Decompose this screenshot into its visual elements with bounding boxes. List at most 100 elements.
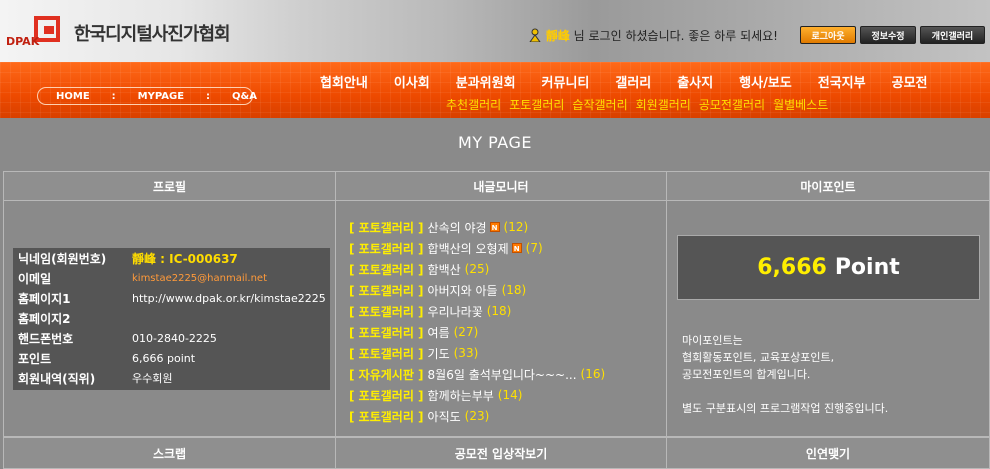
relation-column-header[interactable]: 인연맺기 (666, 437, 990, 469)
profile-row-nickname: 닉네임(회원번호) 靜峰 : IC-000637 (13, 248, 330, 268)
submenu-photo-gallery[interactable]: 포토갤러리 (509, 96, 564, 113)
list-item[interactable]: [ 포토갤러리 ] 여름 (27) (349, 323, 478, 341)
post-comment-count: (33) (453, 346, 479, 360)
post-monitor-panel: [ 포토갤러리 ] 산속의 야경 N (12) [ 포토갤러리 ] 합백산의 오… (335, 200, 667, 437)
login-greeting: 님 로그인 하셨습니다. 좋은 하루 되세요! (569, 29, 778, 43)
new-badge-icon: N (511, 243, 522, 253)
profile-column-header: 프로필 (3, 171, 336, 201)
post-category: [ 포토갤러리 ] (349, 409, 424, 424)
breadcrumb-mypage[interactable]: MYPAGE (138, 91, 184, 102)
post-comment-count: (18) (486, 304, 512, 318)
menu-community[interactable]: 커뮤니티 (542, 72, 590, 92)
submenu-member-gallery[interactable]: 회원갤러리 (636, 96, 691, 113)
submenu-recommended-gallery[interactable]: 추천갤러리 (446, 96, 501, 113)
sub-menu: 추천갤러리 포토갤러리 습작갤러리 회원갤러리 공모전갤러리 월별베스트 (446, 96, 828, 113)
post-category: [ 자유게시판 ] (349, 367, 424, 382)
post-comment-count: (23) (464, 409, 490, 423)
menu-photo-spot[interactable]: 출사지 (677, 72, 713, 92)
list-item[interactable]: [ 포토갤러리 ] 산속의 야경 N (12) (349, 218, 528, 236)
breadcrumb-separator: : (111, 90, 116, 102)
profile-panel: 닉네임(회원번호) 靜峰 : IC-000637 이메일 kimstae2225… (3, 200, 336, 437)
profile-value-point: 6,666 point (132, 351, 196, 365)
post-title[interactable]: 아버지와 아들 (428, 282, 498, 299)
menu-branches[interactable]: 전국지부 (818, 72, 866, 92)
profile-value-homepage1[interactable]: http://www.dpak.or.kr/kimstae2225 (132, 292, 326, 305)
my-point-panel: 6,666 Point 마이포인트는 협회활동포인트, 교육포상포인트, 공모전… (666, 200, 990, 437)
menu-events[interactable]: 행사/보도 (739, 72, 792, 92)
site-logo[interactable]: DPAK 한국디지털사진가협회 (6, 14, 246, 48)
post-category: [ 포토갤러리 ] (349, 220, 424, 235)
list-item[interactable]: [ 포토갤러리 ] 함백산 (25) (349, 260, 489, 278)
user-icon (529, 28, 541, 42)
profile-label: 포인트 (18, 351, 52, 366)
post-category: [ 포토갤러리 ] (349, 304, 424, 319)
profile-row-membership: 회원내역(직위) 우수회원 (13, 368, 330, 388)
profile-row-point: 포인트 6,666 point (13, 348, 330, 368)
list-item[interactable]: [ 포토갤러리 ] 합백산의 오형제 N (7) (349, 239, 543, 257)
post-title[interactable]: 산속의 야경 (428, 219, 487, 236)
personal-gallery-button[interactable]: 개인갤러리 (920, 26, 985, 44)
post-category: [ 포토갤러리 ] (349, 241, 424, 256)
list-item[interactable]: [ 자유게시판 ] 8월6일 출석부입니다~~~... (16) (349, 365, 605, 383)
post-title[interactable]: 8월6일 출석부입니다~~~... (428, 366, 577, 383)
post-monitor-column-header: 내글모니터 (335, 171, 667, 201)
list-item[interactable]: [ 포토갤러리 ] 우리나라꽃 (18) (349, 302, 511, 320)
menu-about[interactable]: 협회안내 (320, 72, 368, 92)
menu-committee[interactable]: 분과위원회 (456, 72, 516, 92)
profile-value-phone: 010-2840-2225 (132, 331, 217, 345)
post-category: [ 포토갤러리 ] (349, 325, 424, 340)
breadcrumb-separator: : (206, 90, 211, 102)
breadcrumb-home[interactable]: HOME (56, 91, 90, 102)
menu-gallery[interactable]: 갤러리 (615, 72, 651, 92)
post-title[interactable]: 여름 (428, 324, 450, 341)
menu-contest[interactable]: 공모전 (892, 72, 928, 92)
post-title[interactable]: 우리나라꽃 (428, 303, 483, 320)
submenu-contest-gallery[interactable]: 공모전갤러리 (699, 96, 765, 113)
profile-value-email[interactable]: kimstae2225@hanmail.net (132, 273, 267, 284)
post-comment-count: (16) (580, 367, 606, 381)
profile-label: 닉네임(회원번호) (18, 251, 107, 266)
post-title[interactable]: 합백산의 오형제 (428, 240, 509, 257)
point-description: 마이포인트는 협회활동포인트, 교육포상포인트, 공모전포인트의 합계입니다. … (682, 334, 889, 415)
profile-info-box: 닉네임(회원번호) 靜峰 : IC-000637 이메일 kimstae2225… (13, 248, 330, 390)
profile-label: 회원내역(직위) (18, 371, 96, 386)
menu-board[interactable]: 이사회 (394, 72, 430, 92)
scrap-column-header[interactable]: 스크랩 (3, 437, 336, 469)
svg-text:DPAK: DPAK (6, 35, 40, 48)
list-item[interactable]: [ 포토갤러리 ] 기도 (33) (349, 344, 478, 362)
list-item[interactable]: [ 포토갤러리 ] 함께하는부부 (14) (349, 386, 522, 404)
profile-label: 홈페이지2 (18, 311, 71, 326)
profile-row-phone: 핸드폰번호 010-2840-2225 (13, 328, 330, 348)
post-comment-count: (27) (453, 325, 479, 339)
logout-button[interactable]: 로그아웃 (800, 26, 856, 44)
my-point-column-header: 마이포인트 (666, 171, 990, 201)
profile-row-homepage1: 홈페이지1 http://www.dpak.or.kr/kimstae2225 (13, 288, 330, 308)
post-title[interactable]: 기도 (428, 345, 450, 362)
point-display: 6,666 Point (677, 235, 980, 300)
profile-label: 핸드폰번호 (18, 331, 74, 346)
list-item[interactable]: [ 포토갤러리 ] 아직도 (23) (349, 407, 489, 425)
contest-winners-column-header[interactable]: 공모전 입상작보기 (335, 437, 667, 469)
post-comment-count: (12) (503, 220, 529, 234)
profile-value-membership: 우수회원 (132, 372, 173, 385)
profile-row-homepage2: 홈페이지2 (13, 308, 330, 328)
logo-text: 한국디지털사진가협회 (74, 24, 231, 45)
list-item[interactable]: [ 포토갤러리 ] 아버지와 아들 (18) (349, 281, 526, 299)
breadcrumb: HOME : MYPAGE : Q&A (37, 87, 257, 105)
breadcrumb-qna[interactable]: Q&A (232, 91, 257, 102)
post-comment-count: (14) (497, 388, 523, 402)
profile-value-nickname: 靜峰 : IC-000637 (132, 251, 238, 266)
username: 靜峰 (545, 29, 570, 43)
post-title[interactable]: 함백산 (428, 261, 461, 278)
profile-row-email: 이메일 kimstae2225@hanmail.net (13, 268, 330, 288)
dpak-logo-icon: DPAK (6, 16, 60, 48)
submenu-monthly-best[interactable]: 월별베스트 (773, 96, 828, 113)
new-badge-icon: N (489, 222, 500, 232)
edit-profile-button[interactable]: 정보수정 (860, 26, 916, 44)
post-comment-count: (25) (464, 262, 490, 276)
post-title[interactable]: 아직도 (428, 408, 461, 425)
submenu-study-gallery[interactable]: 습작갤러리 (572, 96, 627, 113)
post-title[interactable]: 함께하는부부 (428, 387, 494, 404)
profile-label: 이메일 (18, 271, 52, 286)
profile-label: 홈페이지1 (18, 291, 71, 306)
